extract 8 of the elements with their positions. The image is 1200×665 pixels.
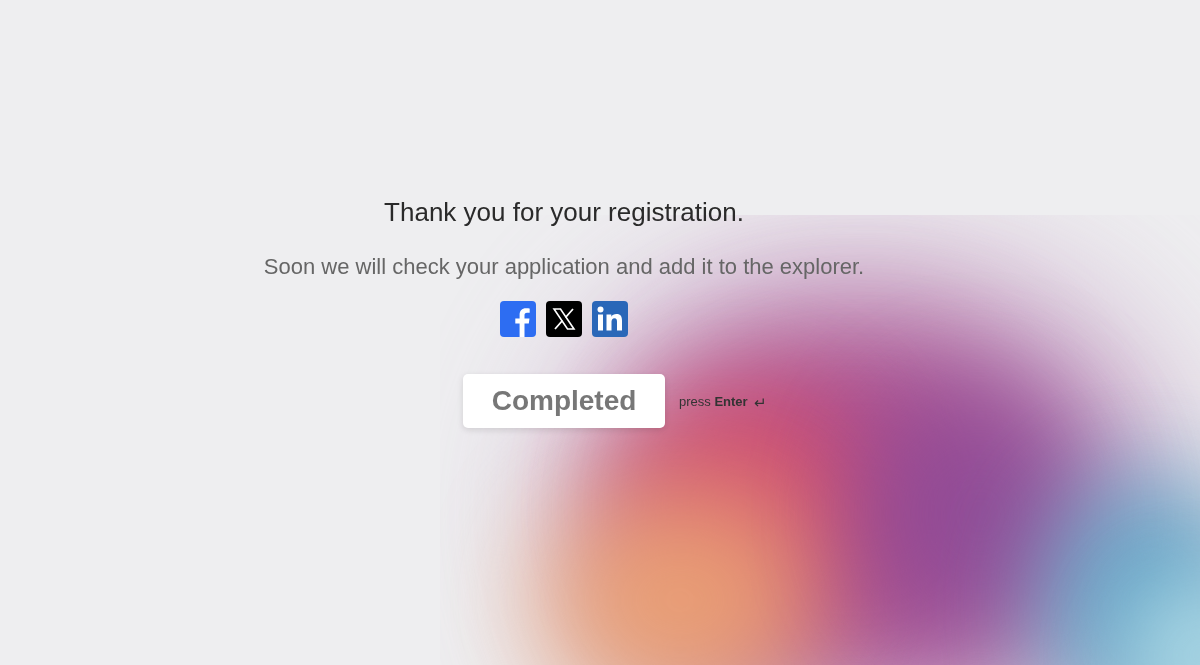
return-key-icon: ↵ xyxy=(753,394,767,410)
linkedin-logo-icon[interactable] xyxy=(592,301,628,337)
confirmation-message: Soon we will check your application and add it to the explorer. xyxy=(263,253,865,281)
x-logo-icon[interactable] xyxy=(546,301,582,337)
facebook-logo-icon[interactable] xyxy=(500,301,536,337)
completed-button[interactable]: Completed xyxy=(463,374,665,428)
keyboard-hint: press Enter xyxy=(679,393,748,412)
thank-you-heading: Thank you for your registration. xyxy=(384,196,744,228)
